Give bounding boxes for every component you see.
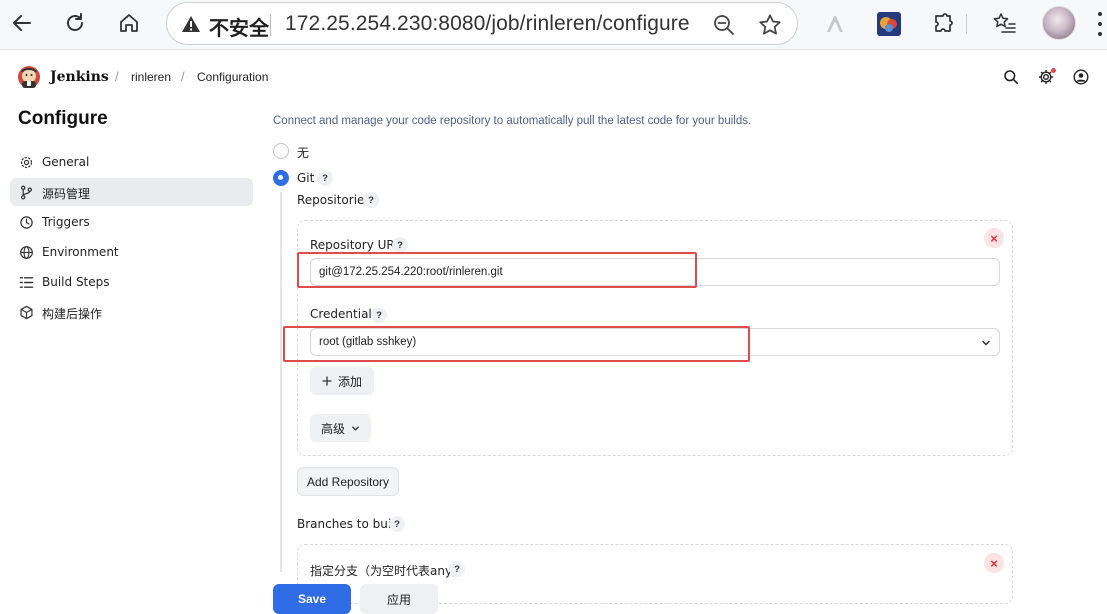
sidebar-item-scm[interactable]: 源码管理 <box>10 178 253 206</box>
extension-brain-icon[interactable] <box>876 11 902 37</box>
sidebar-item-label: Build Steps <box>42 275 110 289</box>
credentials-highlight <box>283 326 750 362</box>
browser-toolbar: 不安全 172.25.254.230:8080/job/rinleren/con… <box>0 0 1107 50</box>
clock-icon <box>20 216 33 229</box>
globe-icon <box>20 246 33 259</box>
radio-none[interactable] <box>273 143 289 159</box>
home-icon[interactable] <box>112 6 146 40</box>
chevron-down-icon <box>352 425 359 431</box>
radio-git-label: Git <box>297 171 315 185</box>
sidebar-item-post-build[interactable]: 构建后操作 <box>10 298 253 326</box>
sidebar-item-label: Environment <box>42 245 119 259</box>
jenkins-header: Jenkins / rinleren / Configuration <box>0 50 1107 104</box>
sidebar-item-label: 构建后操作 <box>42 307 103 321</box>
apply-label: 应用 <box>386 592 411 607</box>
sidebar-item-build-steps[interactable]: Build Steps <box>10 268 253 296</box>
branches-help-icon[interactable]: ? <box>389 516 405 532</box>
notification-dot <box>1051 68 1056 73</box>
gear-icon <box>20 156 33 169</box>
favorites-list-icon[interactable] <box>992 11 1018 37</box>
breadcrumb-configuration[interactable]: Configuration <box>197 70 268 84</box>
breadcrumb-separator: / <box>181 69 185 84</box>
address-bar[interactable]: 不安全 172.25.254.230:8080/job/rinleren/con… <box>166 2 798 45</box>
insecure-label: 不安全 <box>209 16 269 40</box>
breadcrumb-separator: / <box>115 69 119 84</box>
branches-to-build-label: Branches to build <box>297 517 403 531</box>
advanced-button[interactable]: 高级 <box>310 414 371 442</box>
plus-icon <box>322 376 332 386</box>
zoom-out-icon[interactable] <box>712 13 736 37</box>
sidebar-item-label: Triggers <box>42 215 90 229</box>
address-divider <box>270 14 271 36</box>
sidebar-item-label: General <box>42 155 90 169</box>
profile-avatar[interactable] <box>1042 6 1076 40</box>
reload-icon[interactable] <box>58 6 92 40</box>
repository-url-highlight <box>297 252 697 288</box>
toolbar-divider <box>966 14 967 34</box>
repository-url-label: Repository URL <box>310 238 402 252</box>
user-account-icon[interactable] <box>1073 69 1089 85</box>
sidebar-item-environment[interactable]: Environment <box>10 238 253 266</box>
sidebar-item-label: 源码管理 <box>42 187 91 201</box>
cube-icon <box>20 305 33 320</box>
git-help-icon[interactable]: ? <box>317 170 333 186</box>
advanced-label: 高级 <box>320 421 345 436</box>
sidebar-item-triggers[interactable]: Triggers <box>10 208 253 236</box>
branch-icon <box>21 185 32 200</box>
git-section-indent-line <box>280 192 282 572</box>
save-label: Save <box>297 592 327 606</box>
apply-button[interactable]: 应用 <box>360 584 438 614</box>
back-arrow-icon[interactable] <box>5 6 39 40</box>
credentials-help-icon[interactable]: ? <box>371 307 387 323</box>
add-credentials-label: 添加 <box>337 374 362 389</box>
repository-url-help-icon[interactable]: ? <box>392 237 408 253</box>
scm-intro-text: Connect and manage your code repository … <box>273 115 752 127</box>
breadcrumb-job[interactable]: rinleren <box>131 70 171 84</box>
chevron-down-icon <box>982 340 990 346</box>
more-menu-icon[interactable] <box>1097 12 1103 36</box>
extension-a-icon[interactable] <box>822 11 848 37</box>
add-credentials-button[interactable]: 添加 <box>310 367 374 395</box>
remove-branch-close-icon[interactable]: × <box>984 553 1004 573</box>
list-icon <box>19 277 34 288</box>
credentials-label: Credentials <box>310 307 379 321</box>
remove-repository-close-icon[interactable]: × <box>984 228 1004 248</box>
branch-specifier-help-icon[interactable]: ? <box>449 561 465 577</box>
branch-specifier-label: 指定分支（为空时代表any） <box>310 564 465 578</box>
warning-icon <box>182 16 200 32</box>
repositories-label: Repositories <box>297 193 371 207</box>
repositories-help-icon[interactable]: ? <box>363 192 379 208</box>
add-repository-label: Add Repository <box>306 474 390 489</box>
url-text[interactable]: 172.25.254.230:8080/job/rinleren/configu… <box>285 12 690 36</box>
search-icon[interactable] <box>1003 69 1019 85</box>
radio-none-label: 无 <box>297 146 310 160</box>
jenkins-logo-icon[interactable] <box>17 65 41 89</box>
jenkins-brand[interactable]: Jenkins <box>50 69 109 85</box>
sidebar-item-general[interactable]: General <box>10 148 253 176</box>
save-button[interactable]: Save <box>273 584 351 614</box>
add-repository-button[interactable]: Add Repository <box>297 467 399 496</box>
bookmark-star-icon[interactable] <box>757 12 783 38</box>
page-title: Configure <box>18 108 108 129</box>
radio-git[interactable] <box>273 170 289 186</box>
puzzle-icon[interactable] <box>930 11 956 37</box>
